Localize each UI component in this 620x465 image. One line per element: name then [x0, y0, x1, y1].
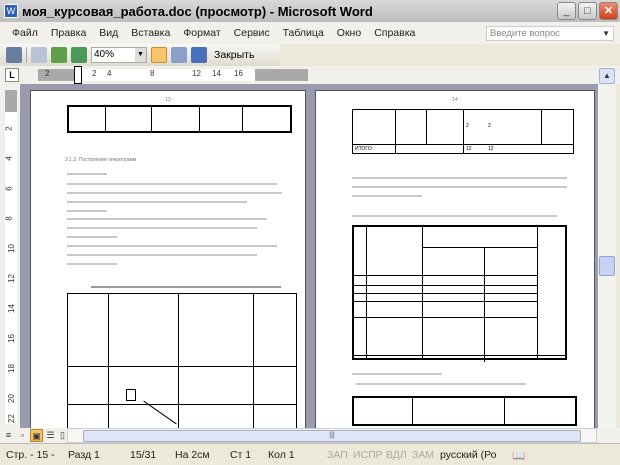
ruler-number: 8 [150, 69, 155, 78]
ruler-number: 4 [107, 69, 112, 78]
scroll-thumb[interactable] [599, 256, 615, 276]
labor-table [352, 225, 567, 362]
scroll-up-icon[interactable]: ▲ [599, 68, 615, 84]
print-icon[interactable] [6, 47, 22, 63]
close-button[interactable]: ✕ [599, 2, 618, 20]
status-section: Разд 1 [68, 449, 100, 461]
minimize-button[interactable]: _ [557, 2, 576, 20]
status-at: На 2см [175, 449, 210, 461]
ruler-number: 18 [6, 364, 16, 373]
view-ruler-icon[interactable] [151, 47, 167, 63]
scroll-thumb[interactable]: ||| [83, 430, 581, 442]
status-pages: 15/31 [130, 449, 157, 461]
menu-view[interactable]: Вид [99, 27, 118, 39]
status-line: Ст 1 [230, 449, 252, 461]
cell-value: 12 [488, 146, 494, 152]
status-ext[interactable]: ВДЛ [386, 449, 407, 461]
ruler-number: 22 [6, 414, 16, 423]
total-label: ИТОГО: [355, 146, 374, 152]
print-preview-toolbar: 40% ▼ Закрыть [0, 44, 280, 66]
maximize-button[interactable]: □ [578, 2, 597, 20]
ruler-number: 6 [4, 186, 14, 191]
page-13[interactable]: - 13 - 3.1.2. Построение оперограмм [30, 90, 306, 428]
vertical-scrollbar[interactable]: ▲ [598, 66, 616, 428]
menu-edit[interactable]: Правка [51, 27, 86, 39]
menu-help[interactable]: Справка [374, 27, 415, 39]
shrink-to-fit-icon[interactable] [171, 47, 187, 63]
zoom-select[interactable]: 40% ▼ [91, 47, 147, 63]
horizontal-scrollbar[interactable]: ||| [67, 428, 597, 443]
ruler-number: 16 [6, 334, 16, 343]
table [67, 105, 292, 133]
cell-value: 12 [466, 146, 472, 152]
chevron-down-icon[interactable]: ▼ [135, 48, 146, 62]
ruler-number: 12 [192, 69, 201, 78]
dropdown-arrow-icon[interactable]: ▼ [602, 27, 610, 40]
close-preview-button[interactable]: Закрыть [211, 49, 257, 61]
zoom-value: 40% [94, 49, 115, 60]
help-search-input[interactable]: Введите вопрос ▼ [486, 26, 614, 41]
status-bar: Стр. - 15 - Разд 1 15/31 На 2см Ст 1 Кол… [0, 443, 620, 465]
tab-selector[interactable]: L [5, 68, 19, 82]
spelling-status-icon[interactable]: 📖 [512, 449, 525, 462]
status-trk[interactable]: ИСПР [353, 449, 383, 461]
ruler-number: 14 [212, 69, 221, 78]
ruler-number: 16 [234, 69, 243, 78]
ruler-number: 2 [92, 69, 97, 78]
status-page: Стр. - 15 - [6, 449, 55, 461]
multiple-pages-icon[interactable] [71, 47, 87, 63]
table [352, 396, 577, 426]
page-number: - 13 - [162, 97, 174, 103]
window-title: моя_курсовая_работа.doc (просмотр) - Mic… [22, 3, 373, 19]
cell-value: 2 [488, 123, 491, 129]
word-icon: W [4, 4, 18, 18]
ruler-number: 4 [4, 156, 14, 161]
ruler-number: 10 [6, 244, 16, 253]
status-ovr[interactable]: ЗАМ [412, 449, 434, 461]
indent-marker[interactable] [74, 66, 82, 84]
status-language: русский (Ро [440, 449, 497, 461]
section-heading: 3.1.2. Построение оперограмм [65, 157, 137, 163]
help-placeholder: Введите вопрос [490, 28, 561, 39]
horizontal-ruler[interactable]: L 2 2 4 8 12 14 16 [0, 66, 620, 84]
status-rec[interactable]: ЗАП [327, 449, 348, 461]
print-layout-icon[interactable]: ▣ [30, 429, 43, 442]
ruler-number: 20 [6, 394, 16, 403]
ruler-number: 14 [6, 304, 16, 313]
menu-insert[interactable]: Вставка [131, 27, 170, 39]
cell-value: 2 [466, 123, 469, 129]
full-screen-icon[interactable] [191, 47, 207, 63]
title-bar: W моя_курсовая_работа.doc (просмотр) - M… [0, 0, 620, 22]
menu-table[interactable]: Таблица [283, 27, 324, 39]
operogram-table [67, 293, 297, 428]
separator [26, 47, 27, 63]
menu-format[interactable]: Формат [183, 27, 220, 39]
one-page-icon[interactable] [51, 47, 67, 63]
ruler-number: 12 [6, 274, 16, 283]
page-14[interactable]: - 14 - ИТОГО: 2 2 12 12 [315, 90, 595, 428]
document-area[interactable]: - 13 - 3.1.2. Построение оперограмм - 14… [20, 84, 598, 428]
ruler-number: 8 [4, 216, 14, 221]
page-number: - 14 - [449, 97, 461, 103]
normal-view-icon[interactable]: ≡ [2, 429, 15, 442]
magnifier-icon[interactable] [31, 47, 47, 63]
ruler-number: 2 [4, 126, 14, 131]
ruler-number: 2 [45, 69, 50, 78]
menu-window[interactable]: Окно [337, 27, 361, 39]
menu-file[interactable]: Файл [12, 27, 38, 39]
table: ИТОГО: 2 2 12 12 [352, 109, 574, 154]
menu-tools[interactable]: Сервис [234, 27, 270, 39]
vertical-ruler[interactable]: 2 4 6 8 10 12 14 16 18 20 22 [0, 84, 20, 428]
view-bar: ≡ ▫ ▣ ☰ ▯ ||| [0, 428, 620, 443]
status-col: Кол 1 [268, 449, 295, 461]
web-view-icon[interactable]: ▫ [16, 429, 29, 442]
